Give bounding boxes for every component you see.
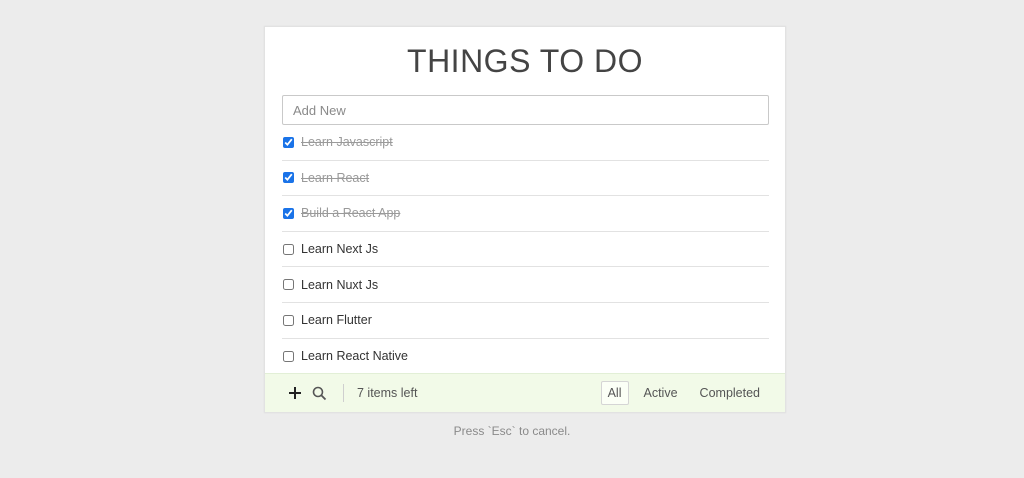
page-title: THINGS TO DO <box>407 43 643 79</box>
plus-icon[interactable] <box>286 384 304 402</box>
todo-checkbox[interactable] <box>283 136 294 148</box>
todo-checkbox[interactable] <box>283 172 294 184</box>
todo-item: Build a React App <box>282 196 769 232</box>
items-left-count: 7 items left <box>357 386 418 400</box>
footer-divider <box>343 384 344 402</box>
filter-all-button[interactable]: All <box>600 381 629 405</box>
todo-label[interactable]: Build a React App <box>301 206 400 220</box>
todo-item: Learn React <box>282 161 769 197</box>
todo-checkbox[interactable] <box>283 207 294 219</box>
add-new-input[interactable] <box>282 95 769 125</box>
todo-label[interactable]: Learn Javascript <box>301 135 393 149</box>
todo-card: THINGS TO DO Learn Javascript Learn Reac… <box>264 26 786 413</box>
todo-checkbox[interactable] <box>283 243 294 255</box>
todo-footer: 7 items left All Active Completed <box>265 373 785 412</box>
search-icon[interactable] <box>310 384 328 402</box>
todo-checkbox[interactable] <box>283 314 294 326</box>
todo-item: Learn Flutter <box>282 303 769 339</box>
filter-active-button[interactable]: Active <box>637 381 685 405</box>
todo-item: Learn Next Js <box>282 232 769 268</box>
cancel-hint: Press `Esc` to cancel. <box>453 424 571 438</box>
filter-group: All Active Completed <box>600 381 767 405</box>
filter-completed-button[interactable]: Completed <box>693 381 767 405</box>
todo-list: Learn Javascript Learn React Build a Rea… <box>282 125 769 374</box>
todo-label[interactable]: Learn Flutter <box>301 313 372 327</box>
todo-checkbox[interactable] <box>283 279 294 291</box>
todo-label[interactable]: Learn Next Js <box>301 242 378 256</box>
todo-label[interactable]: Learn Nuxt Js <box>301 278 378 292</box>
todo-item: Learn Nuxt Js <box>282 267 769 303</box>
todo-item: Learn Javascript <box>282 125 769 161</box>
todo-checkbox[interactable] <box>283 350 294 362</box>
todo-item: Learn React Native <box>282 339 769 375</box>
todo-label[interactable]: Learn React <box>301 171 369 185</box>
todo-label[interactable]: Learn React Native <box>301 349 408 363</box>
